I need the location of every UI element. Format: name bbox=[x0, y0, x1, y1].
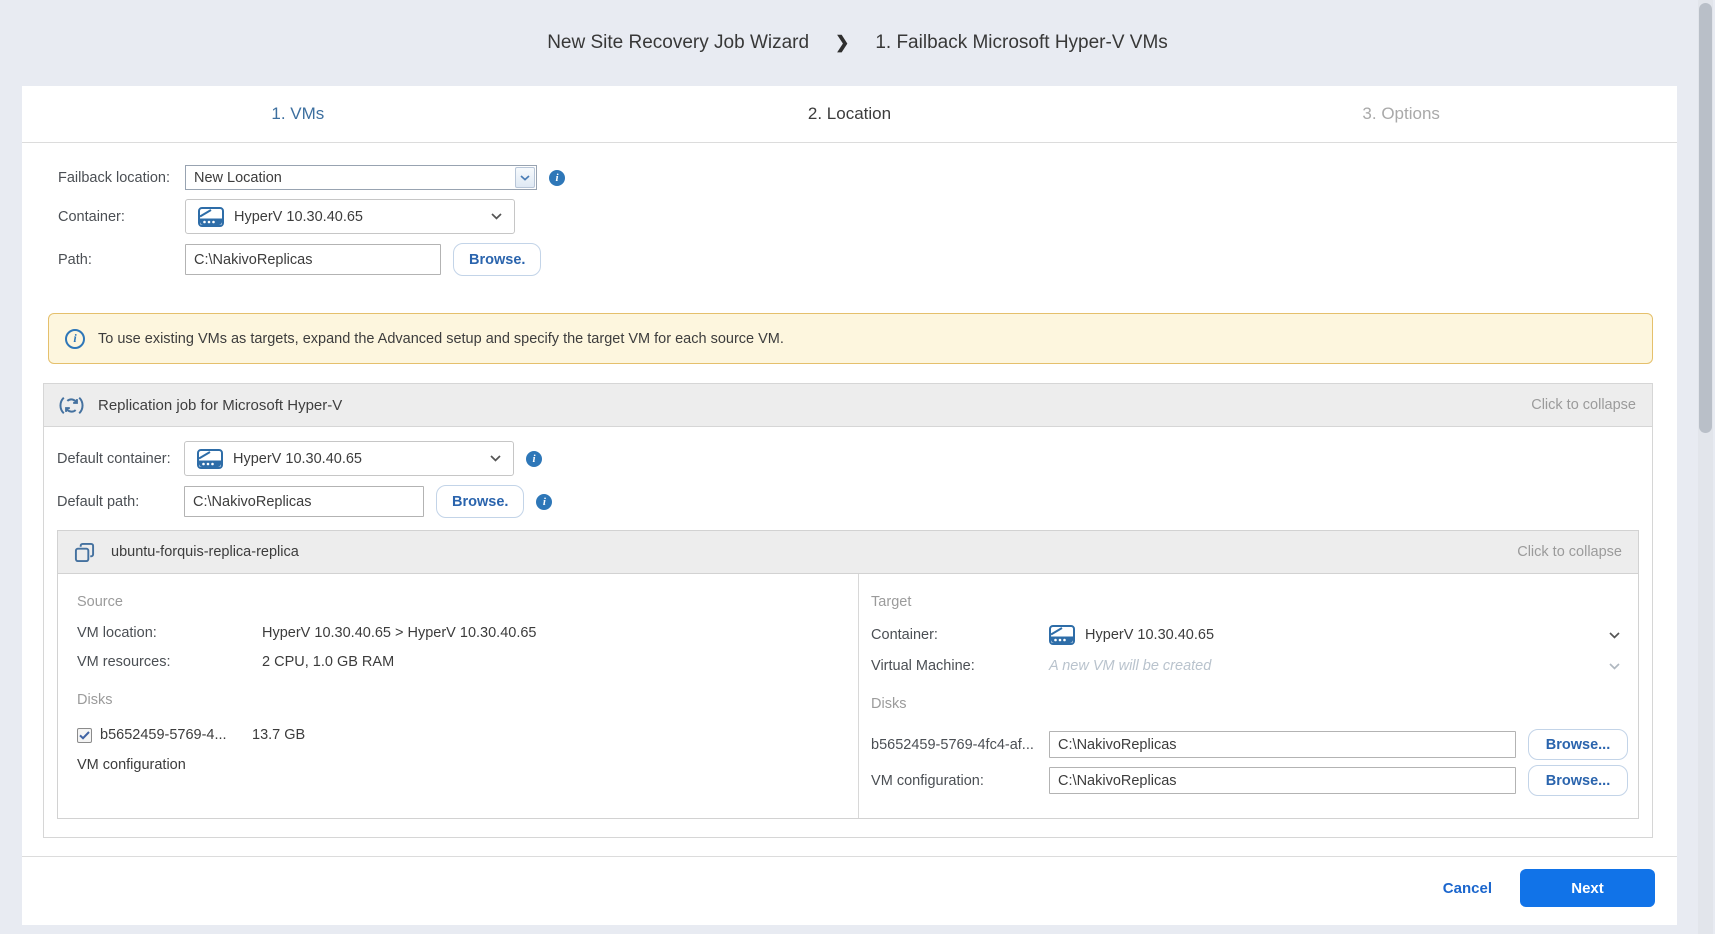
path-label: Path: bbox=[58, 252, 185, 268]
vm-resources-label: VM resources: bbox=[77, 654, 262, 670]
replication-job-header[interactable]: Replication job for Microsoft Hyper-V Cl… bbox=[44, 384, 1652, 427]
replication-job-section: Replication job for Microsoft Hyper-V Cl… bbox=[43, 383, 1653, 838]
info-icon[interactable]: i bbox=[526, 451, 542, 467]
failback-location-select[interactable]: New Location bbox=[185, 165, 537, 190]
wizard-steps: 1. VMs 2. Location 3. Options bbox=[22, 86, 1677, 143]
wizard-card: 1. VMs 2. Location 3. Options Failback l… bbox=[22, 86, 1677, 925]
target-container-label: Container: bbox=[871, 627, 1049, 643]
hyperv-host-icon bbox=[1049, 625, 1075, 645]
target-vm-placeholder[interactable]: A new VM will be created bbox=[1049, 658, 1211, 674]
target-column: Target Container: H bbox=[859, 574, 1638, 818]
info-icon[interactable]: i bbox=[549, 170, 565, 186]
combobox-arrow-icon[interactable] bbox=[515, 167, 535, 188]
vm-panel-header[interactable]: ubuntu-forquis-replica-replica Click to … bbox=[58, 531, 1638, 574]
target-heading: Target bbox=[871, 594, 1628, 610]
source-disk-row: b5652459-5769-4... 13.7 GB bbox=[77, 727, 838, 743]
replication-job-body: Default container: HyperV 10.30.40.65 bbox=[44, 427, 1652, 837]
vm-location-label: VM location: bbox=[77, 625, 262, 641]
location-form: Failback location: New Location i Contai… bbox=[22, 143, 1677, 285]
collapse-toggle[interactable]: Click to collapse bbox=[1531, 397, 1636, 413]
chevron-down-icon bbox=[490, 455, 501, 462]
default-container-dropdown[interactable]: HyperV 10.30.40.65 bbox=[184, 441, 514, 476]
chevron-down-icon[interactable] bbox=[1609, 663, 1620, 670]
info-banner-text: To use existing VMs as targets, expand t… bbox=[98, 331, 784, 347]
tab-location[interactable]: 2. Location bbox=[574, 86, 1126, 142]
replication-job-title: Replication job for Microsoft Hyper-V bbox=[98, 397, 342, 414]
target-disk-label: b5652459-5769-4fc4-af... bbox=[871, 737, 1049, 753]
default-path-input[interactable] bbox=[184, 486, 424, 517]
vm-panel: ubuntu-forquis-replica-replica Click to … bbox=[57, 530, 1639, 819]
breadcrumb-separator-icon: ❯ bbox=[835, 33, 849, 53]
browse-default-path-button[interactable]: Browse. bbox=[436, 485, 524, 518]
cancel-button[interactable]: Cancel bbox=[1443, 880, 1492, 897]
collapse-toggle[interactable]: Click to collapse bbox=[1517, 544, 1622, 560]
wizard-step-title: 1. Failback Microsoft Hyper-V VMs bbox=[875, 32, 1167, 54]
vm-resources-value: 2 CPU, 1.0 GB RAM bbox=[262, 654, 394, 670]
default-path-label: Default path: bbox=[57, 494, 184, 510]
tab-vms[interactable]: 1. VMs bbox=[22, 86, 574, 142]
info-icon[interactable]: i bbox=[536, 494, 552, 510]
disk-checkbox[interactable] bbox=[77, 728, 92, 743]
container-value: HyperV 10.30.40.65 bbox=[234, 209, 363, 225]
container-dropdown[interactable]: HyperV 10.30.40.65 bbox=[185, 199, 515, 234]
target-vm-label: Virtual Machine: bbox=[871, 658, 1049, 674]
vm-panel-body: Source VM location: HyperV 10.30.40.65 >… bbox=[58, 574, 1638, 818]
disk-size: 13.7 GB bbox=[252, 727, 305, 743]
scrollbar-track[interactable] bbox=[1698, 0, 1713, 934]
info-banner: i To use existing VMs as targets, expand… bbox=[48, 313, 1653, 364]
target-disk-path-input[interactable] bbox=[1049, 731, 1516, 758]
target-vm-config-label: VM configuration: bbox=[871, 773, 1049, 789]
browse-target-vm-config-button[interactable]: Browse... bbox=[1528, 765, 1628, 796]
replication-icon bbox=[59, 393, 84, 418]
browse-path-button[interactable]: Browse. bbox=[453, 243, 541, 276]
source-heading: Source bbox=[77, 594, 838, 610]
browse-target-disk-button[interactable]: Browse... bbox=[1528, 729, 1628, 760]
info-circle-icon: i bbox=[65, 329, 85, 349]
target-vm-config-path-input[interactable] bbox=[1049, 767, 1516, 794]
container-label: Container: bbox=[58, 209, 185, 225]
tab-options[interactable]: 3. Options bbox=[1125, 86, 1677, 142]
wizard-footer: Cancel Next bbox=[22, 856, 1677, 925]
next-button[interactable]: Next bbox=[1520, 869, 1655, 907]
default-container-label: Default container: bbox=[57, 451, 184, 467]
vm-location-value: HyperV 10.30.40.65 > HyperV 10.30.40.65 bbox=[262, 625, 536, 641]
target-disks-heading: Disks bbox=[871, 696, 1628, 712]
target-container-value[interactable]: HyperV 10.30.40.65 bbox=[1085, 627, 1214, 643]
scrollbar-thumb[interactable] bbox=[1699, 3, 1712, 433]
source-column: Source VM location: HyperV 10.30.40.65 >… bbox=[58, 574, 859, 818]
vm-icon bbox=[74, 542, 95, 563]
disk-name: b5652459-5769-4... bbox=[100, 727, 252, 743]
default-container-value: HyperV 10.30.40.65 bbox=[233, 451, 362, 467]
hyperv-host-icon bbox=[198, 207, 224, 227]
hyperv-host-icon bbox=[197, 449, 223, 469]
wizard-title: New Site Recovery Job Wizard bbox=[547, 32, 809, 54]
failback-location-value: New Location bbox=[186, 170, 515, 186]
wizard-header: New Site Recovery Job Wizard ❯ 1. Failba… bbox=[0, 0, 1715, 86]
source-disks-heading: Disks bbox=[77, 692, 838, 708]
chevron-down-icon[interactable] bbox=[1609, 632, 1620, 639]
path-input[interactable] bbox=[185, 244, 441, 275]
vm-configuration-label: VM configuration bbox=[77, 757, 838, 773]
chevron-down-icon bbox=[491, 213, 502, 220]
failback-location-label: Failback location: bbox=[58, 170, 185, 186]
vm-name: ubuntu-forquis-replica-replica bbox=[111, 544, 299, 560]
